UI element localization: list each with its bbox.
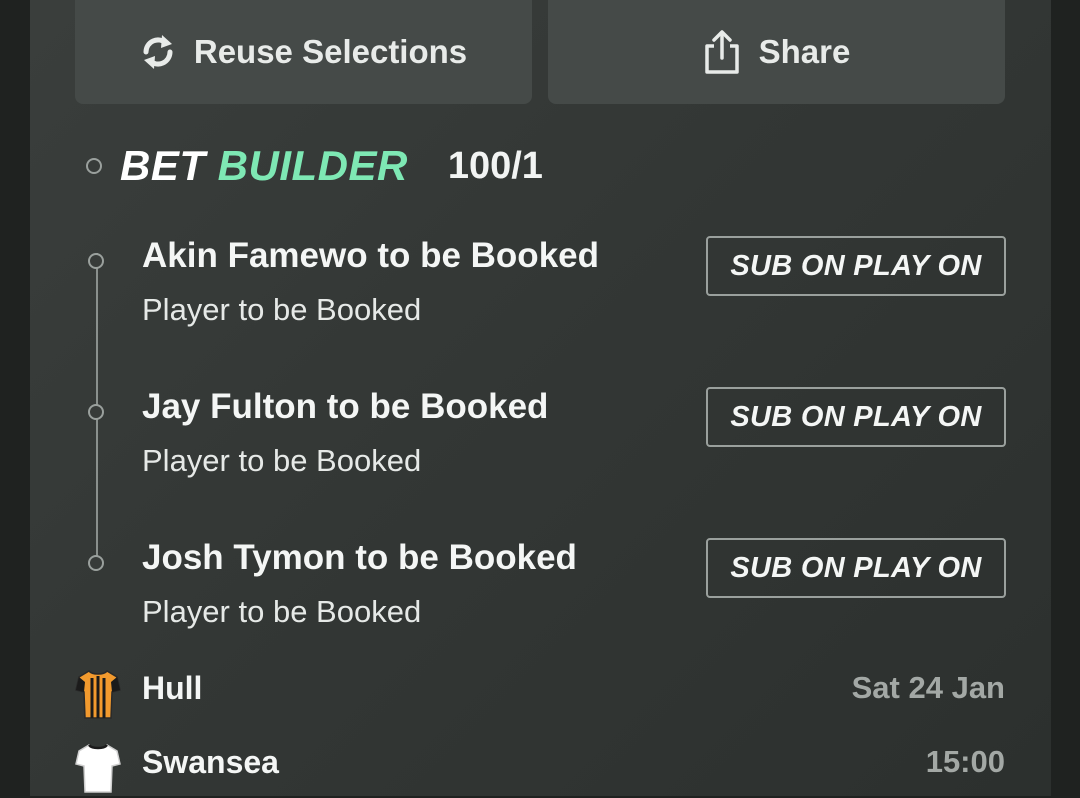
- match-date: Sat 24 Jan: [851, 670, 1005, 705]
- selection-market: Player to be Booked: [142, 443, 422, 478]
- selection-title: Josh Tymon to be Booked: [142, 538, 577, 577]
- selection-title: Jay Fulton to be Booked: [142, 387, 549, 426]
- timeline-node-icon: [88, 404, 104, 420]
- selection-item: Akin Famewo to be Booked Player to be Bo…: [86, 236, 1006, 362]
- share-label: Share: [758, 33, 851, 70]
- match-time: 15:00: [925, 744, 1005, 779]
- bet-builder-title-part1: BET: [120, 142, 206, 189]
- hull-kit-icon: [75, 670, 121, 719]
- sub-on-play-on-badge: SUB ON PLAY ON: [706, 538, 1006, 598]
- bet-builder-title-part2: BUILDER: [217, 142, 408, 189]
- share-button[interactable]: Share: [548, 0, 1005, 104]
- selection-title: Akin Famewo to be Booked: [142, 236, 599, 275]
- swansea-kit-icon: [75, 744, 121, 793]
- home-team-row: Hull Sat 24 Jan: [75, 664, 1005, 724]
- bet-card: Reuse Selections Share BET BUILDER 100/1…: [30, 0, 1051, 796]
- selection-item: Josh Tymon to be Booked Player to be Boo…: [86, 538, 1006, 664]
- selection-market: Player to be Booked: [142, 594, 422, 629]
- bet-builder-odds: 100/1: [447, 144, 543, 187]
- away-team-row: Swansea 15:00: [75, 738, 1005, 798]
- sub-on-play-on-badge: SUB ON PLAY ON: [706, 387, 1006, 447]
- home-team-name: Hull: [142, 670, 203, 706]
- timeline-node-icon: [88, 253, 104, 269]
- selection-market: Player to be Booked: [142, 292, 422, 327]
- away-team-name: Swansea: [142, 744, 279, 780]
- bet-builder-header: BET BUILDER 100/1: [86, 138, 543, 194]
- share-icon: [704, 30, 739, 74]
- timeline-node-icon: [86, 158, 102, 174]
- refresh-icon: [143, 35, 173, 69]
- timeline-node-icon: [88, 555, 104, 571]
- selection-item: Jay Fulton to be Booked Player to be Boo…: [86, 387, 1006, 513]
- bet-builder-title: BET BUILDER: [120, 142, 408, 190]
- reuse-selections-label: Reuse Selections: [193, 33, 468, 70]
- reuse-selections-button[interactable]: Reuse Selections: [75, 0, 532, 104]
- sub-on-play-on-badge: SUB ON PLAY ON: [706, 236, 1006, 296]
